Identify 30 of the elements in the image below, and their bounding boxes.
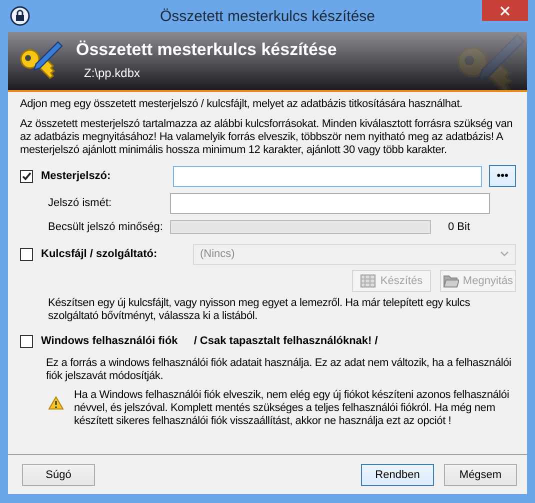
intro-text: Adjon meg egy összetett mesterjelszó / kulcsfájlt, melyet az adatbázis titkosítására használhat. — [20, 98, 464, 111]
key-file-label: Kulcsfájl / szolgáltató: — [40, 248, 158, 260]
help-button[interactable]: Súgó — [22, 464, 95, 486]
file-path: Z:\pp.kdbx — [84, 66, 142, 80]
master-password-field[interactable] — [173, 166, 482, 186]
user-account-note: / Csak tapasztalt felhasználóknak! / — [192, 335, 378, 347]
master-password-checkbox[interactable] — [20, 170, 33, 182]
close-button[interactable] — [482, 0, 528, 21]
grid-icon — [360, 274, 376, 288]
repeat-password-field[interactable] — [170, 192, 490, 214]
close-icon — [500, 6, 510, 16]
user-account-checkbox[interactable] — [20, 334, 33, 348]
user-account-label: Windows felhasználói fiók — [40, 335, 178, 347]
show-password-button[interactable]: ••• — [489, 165, 516, 187]
ok-button[interactable]: Rendben — [361, 464, 434, 486]
padlock-icon — [10, 6, 30, 26]
warning-text: Ha a Windows felhasználói fiók elveszik, nem elég egy új fiókot készíteni azonos felhasználói névvel, és jelszóval. Komplett mentés szükséges a teljes felhasználói fiókról. Ha még nem készített sikeres felhasználói fiók visszaállítást, akkor ne használja ezt az opciót ! — [74, 389, 510, 428]
warning-icon — [48, 396, 64, 410]
key-file-help-text: Készítsen egy új kulcsfájlt, vagy nyisson meg egyet a lemezről. Ha már telepített egy kulcs szolgáltató bővítményt, válassza ki a listából. — [47, 297, 471, 323]
user-account-help-text: Ez a forrás a windows felhasználói fiók adatait használja. Ez az adat nem változik, ha a felhasználói fiók jelszavát módosítják. — [45, 357, 512, 383]
repeat-password-label: Jelszó ismét: — [47, 197, 113, 209]
folder-icon — [442, 274, 459, 288]
banner-title: Összetett mesterkulcs készítése — [76, 40, 337, 60]
window-title: Összetett mesterkulcs készítése — [160, 8, 376, 24]
master-password-label: Mesterjelszó: — [40, 170, 112, 182]
description-text: Az összetett mesterjelszó tartalmazza az alábbi kulcsforrásokat. Minden kiválasztott forrásra szükség van az adatbázis megnyitásához! Ha valamelyik forrás elveszik, többször nem nyitható meg az adatbázis! A mesterjelszó ajánlott minimális hossza minimum 12 karakter, ajánlott 30 vagy több karakter. — [20, 118, 514, 157]
cancel-button[interactable]: Mégsem — [444, 464, 517, 486]
quality-reading: 0 Bit — [448, 221, 470, 233]
quality-label: Becsült jelszó minőség: — [47, 221, 164, 233]
chevron-icon — [500, 251, 509, 257]
